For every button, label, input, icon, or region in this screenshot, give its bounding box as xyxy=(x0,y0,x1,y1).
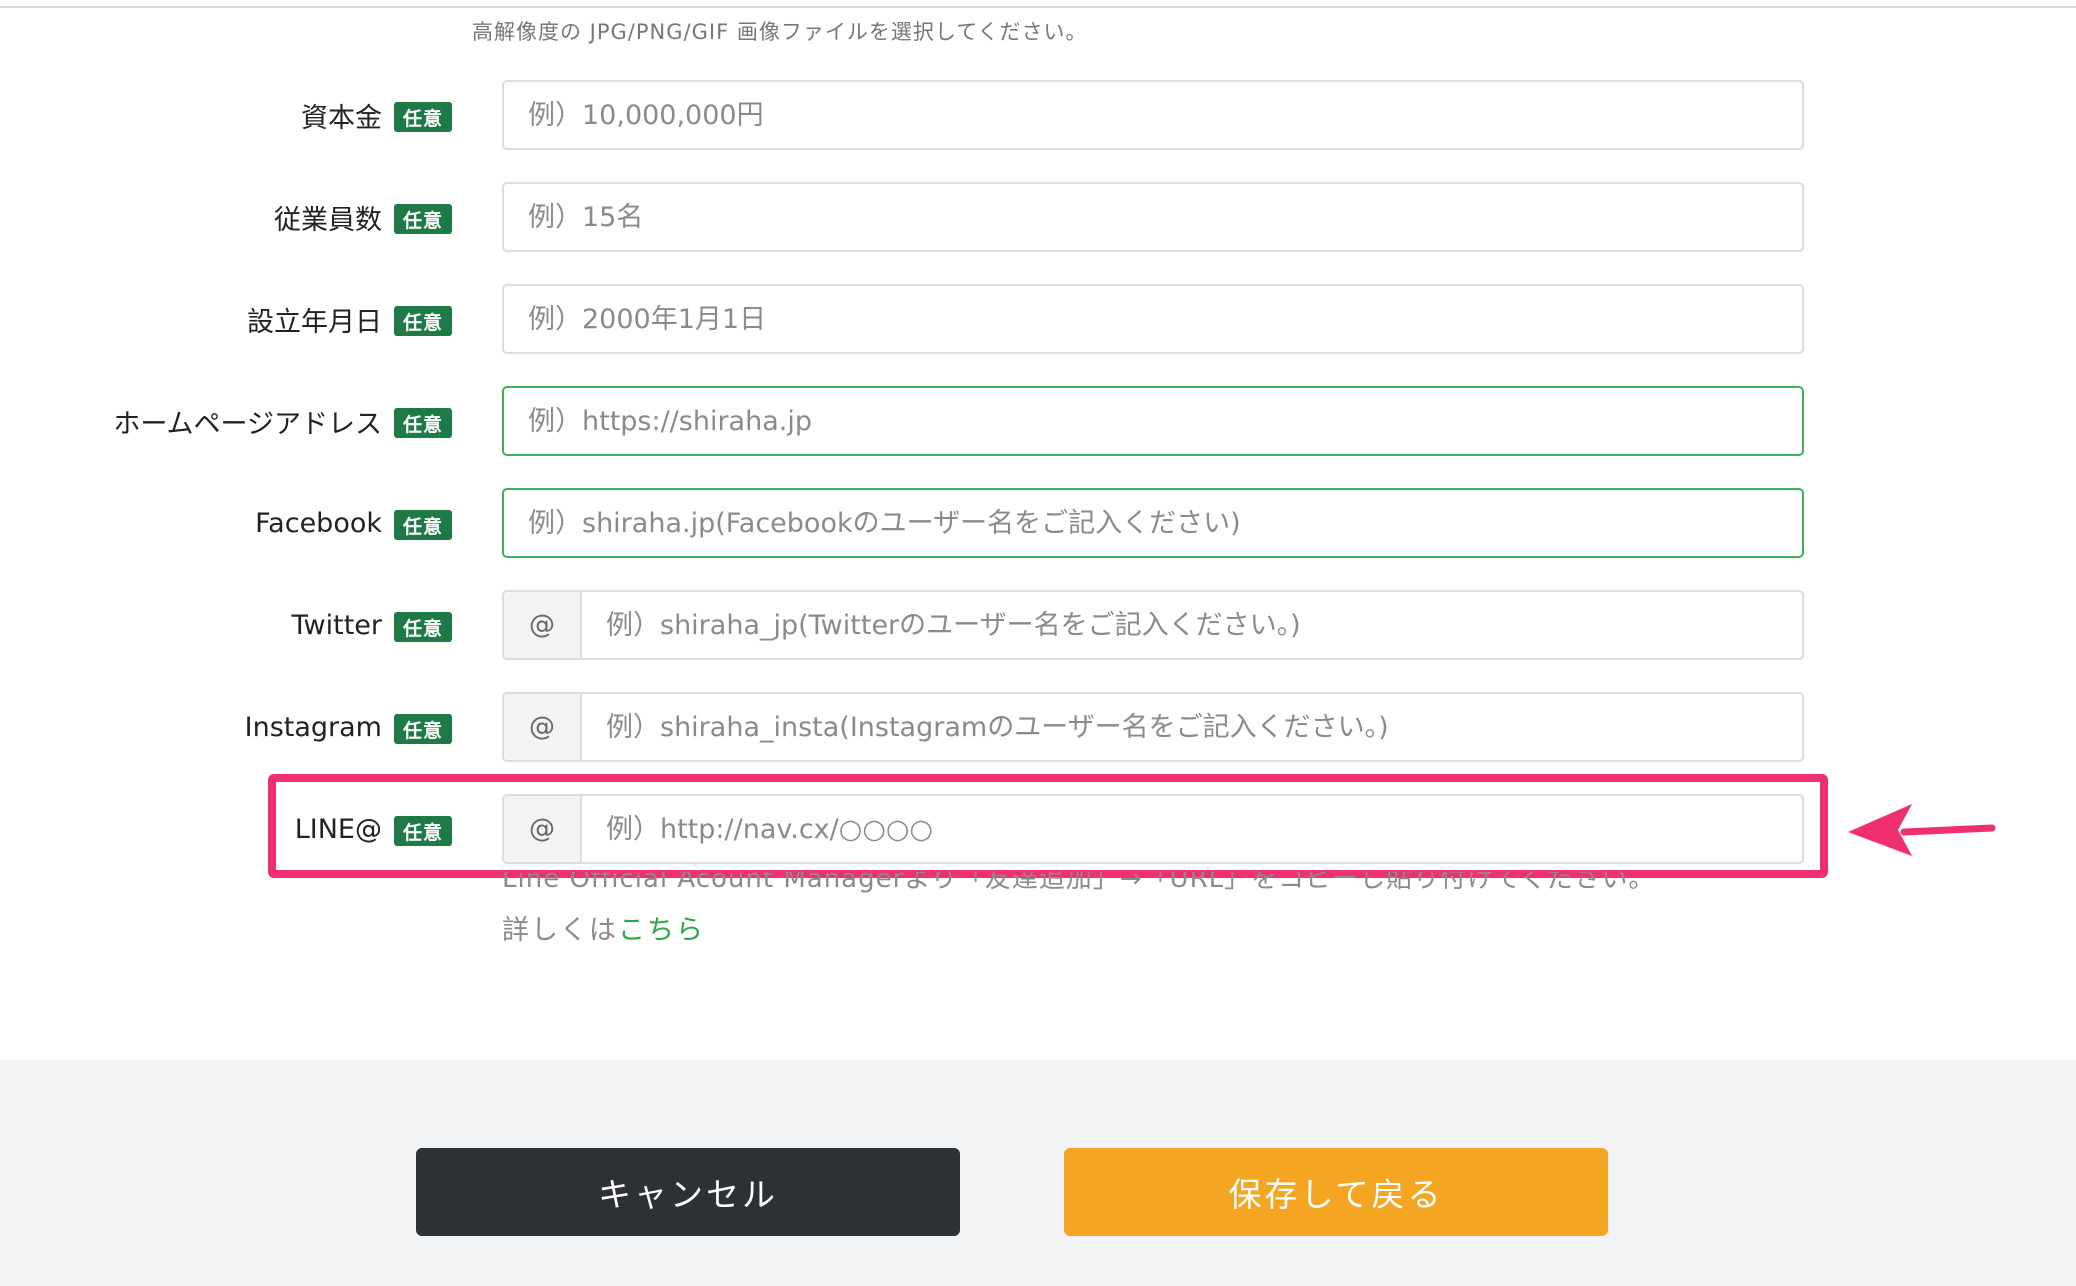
detail-link[interactable]: こちら xyxy=(618,915,705,946)
optional-badge: 任意 xyxy=(394,612,452,642)
employees-label: 従業員数 xyxy=(274,204,382,236)
homepage-input[interactable] xyxy=(504,388,1802,454)
facebook-label: Facebook xyxy=(255,507,382,539)
cancel-button[interactable]: キャンセル xyxy=(416,1148,960,1236)
optional-badge: 任意 xyxy=(394,408,452,438)
top-divider xyxy=(0,6,2076,8)
optional-badge: 任意 xyxy=(394,510,452,540)
form-row-facebook: Facebook 任意 xyxy=(0,488,2076,558)
twitter-field-wrapper: @ xyxy=(502,590,1804,660)
at-prefix: @ xyxy=(504,694,582,760)
facebook-input[interactable] xyxy=(504,490,1802,556)
line-help-text: Line Official Acount Managerより「友達追加」→「UR… xyxy=(502,872,1802,900)
facebook-field-wrapper xyxy=(502,488,1804,558)
capital-input[interactable] xyxy=(504,82,1802,148)
founded-input[interactable] xyxy=(504,286,1802,352)
detail-line: 詳しくはこちら xyxy=(502,908,705,947)
instagram-field-wrapper: @ xyxy=(502,692,1804,762)
instagram-label: Instagram xyxy=(244,711,382,743)
save-and-return-button[interactable]: 保存して戻る xyxy=(1064,1148,1608,1236)
optional-badge: 任意 xyxy=(394,102,452,132)
form-row-instagram: Instagram 任意 @ xyxy=(0,692,2076,762)
detail-prefix: 詳しくは xyxy=(502,915,618,946)
optional-badge: 任意 xyxy=(394,714,452,744)
at-prefix: @ xyxy=(504,592,582,658)
form-row-founded: 設立年月日 任意 xyxy=(0,284,2076,354)
instagram-input[interactable] xyxy=(582,694,1802,760)
homepage-label: ホームページアドレス xyxy=(113,408,382,440)
twitter-input[interactable] xyxy=(582,592,1802,658)
homepage-field-wrapper xyxy=(502,386,1804,456)
footer-bar: キャンセル 保存して戻る xyxy=(0,1060,2076,1286)
form-row-twitter: Twitter 任意 @ xyxy=(0,590,2076,660)
form-row-capital: 資本金 任意 xyxy=(0,80,2076,150)
employees-field-wrapper xyxy=(502,182,1804,252)
line-help-label: Line Official Acount Managerより「友達追加」→「UR… xyxy=(502,872,1656,894)
capital-field-wrapper xyxy=(502,80,1804,150)
founded-label: 設立年月日 xyxy=(247,306,382,338)
image-upload-hint: 高解像度の JPG/PNG/GIF 画像ファイルを選択してください。 xyxy=(472,20,1088,44)
employees-input[interactable] xyxy=(504,184,1802,250)
twitter-label: Twitter xyxy=(291,609,383,641)
form-row-employees: 従業員数 任意 xyxy=(0,182,2076,252)
form-row-homepage: ホームページアドレス 任意 xyxy=(0,386,2076,456)
highlight-box xyxy=(268,774,1828,878)
optional-badge: 任意 xyxy=(394,204,452,234)
founded-field-wrapper xyxy=(502,284,1804,354)
optional-badge: 任意 xyxy=(394,306,452,336)
capital-label: 資本金 xyxy=(301,102,382,134)
left-arrow-icon xyxy=(1848,804,1996,856)
